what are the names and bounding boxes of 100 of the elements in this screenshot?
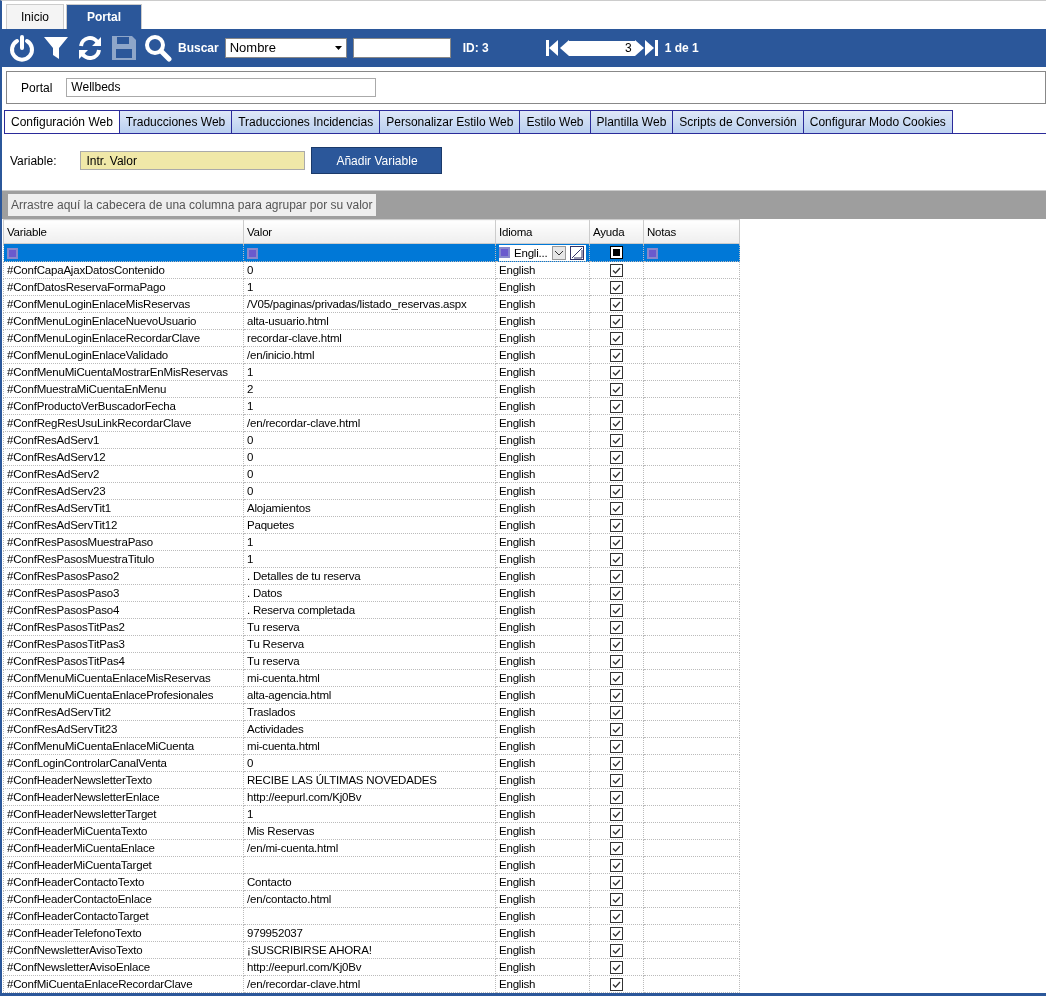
table-cell: English	[495, 618, 590, 636]
checkbox[interactable]	[610, 875, 623, 889]
checkbox[interactable]	[610, 586, 623, 600]
table-cell: #ConfHeaderContactoEnlace	[3, 890, 244, 908]
checkbox[interactable]	[610, 484, 623, 498]
filter-value: Engli...	[514, 245, 548, 261]
checkbox[interactable]	[610, 858, 623, 872]
checkbox[interactable]	[610, 977, 623, 991]
checkbox[interactable]	[610, 722, 623, 736]
table-cell: English	[495, 516, 590, 534]
checkbox[interactable]	[610, 314, 623, 328]
column-header[interactable]: Idioma	[495, 219, 590, 244]
tab[interactable]: Portal	[66, 4, 143, 29]
table-cell: #ConfHeaderNewsletterTarget	[3, 805, 244, 823]
checkbox[interactable]	[610, 756, 623, 770]
checkbox-icon[interactable]	[610, 246, 623, 260]
table-cell: http://eepurl.com/Kj0Bv	[243, 958, 496, 976]
search-field[interactable]	[352, 38, 451, 59]
checkbox[interactable]	[610, 926, 623, 940]
checkbox[interactable]	[610, 909, 623, 923]
checkbox[interactable]	[610, 263, 623, 277]
checkbox[interactable]	[610, 569, 623, 583]
table-cell: #ConfNewsletterAvisoTexto	[3, 941, 244, 959]
table-cell: 1	[243, 278, 496, 296]
checkbox[interactable]	[610, 552, 623, 566]
tab[interactable]: Configuración Web	[4, 110, 120, 134]
tab[interactable]: Estilo Web	[519, 110, 591, 134]
search-dropdown[interactable]: Nombre	[224, 38, 347, 59]
table-cell: #ConfHeaderNewsletterEnlace	[3, 788, 244, 806]
add-variable-button[interactable]: Añadir Variable	[311, 147, 443, 175]
variable-field[interactable]: Intr. Valor	[80, 151, 306, 171]
table-cell: English	[495, 907, 590, 925]
checkbox[interactable]	[610, 739, 623, 753]
checkbox[interactable]	[610, 535, 623, 549]
table-cell: #ConfMenuLoginEnlaceRecordarClave	[3, 329, 244, 347]
table-cell: English	[495, 465, 590, 483]
checkbox[interactable]	[610, 773, 623, 787]
checkbox[interactable]	[610, 807, 623, 821]
checkbox[interactable]	[610, 790, 623, 804]
table-cell: mi-cuenta.html	[243, 737, 496, 755]
tab[interactable]: Inicio	[6, 4, 64, 29]
table-cell: 0	[243, 465, 496, 483]
column-header[interactable]: Variable	[3, 219, 244, 244]
table-cell: 1	[243, 550, 496, 568]
checkbox[interactable]	[610, 688, 623, 702]
checkbox[interactable]	[610, 671, 623, 685]
column-header[interactable]: Notas	[643, 219, 740, 244]
refresh-icon[interactable]	[76, 34, 104, 63]
search-icon[interactable]	[144, 34, 172, 63]
checkbox[interactable]	[610, 518, 623, 532]
checkbox[interactable]	[610, 637, 623, 651]
checkbox[interactable]	[610, 280, 623, 294]
table-cell: #ConfMenuLoginEnlaceMisReservas	[3, 295, 244, 313]
table-cell: English	[495, 380, 590, 398]
checkbox[interactable]	[610, 943, 623, 957]
portal-field[interactable]: Wellbeds	[66, 78, 377, 98]
checkbox[interactable]	[610, 297, 623, 311]
checkbox[interactable]	[610, 705, 623, 719]
checkbox[interactable]	[610, 620, 623, 634]
checkbox[interactable]	[610, 654, 623, 668]
tab[interactable]: Configurar Modo Cookies	[802, 110, 953, 134]
checkbox[interactable]	[610, 382, 623, 396]
table-cell: English	[495, 856, 590, 874]
checkbox[interactable]	[610, 433, 623, 447]
table-cell: #ConfMenuMiCuentaEnlaceMiCuenta	[3, 737, 244, 755]
table-cell: 979952037	[243, 924, 496, 942]
tab[interactable]: Scripts de Conversión	[672, 110, 804, 134]
checkbox[interactable]	[610, 960, 623, 974]
checkbox[interactable]	[610, 467, 623, 481]
tab[interactable]: Personalizar Estilo Web	[379, 110, 521, 134]
table-cell: #ConfResAdServ1	[3, 431, 244, 449]
column-header[interactable]: Ayuda	[589, 219, 644, 244]
table-cell: #ConfHeaderMiCuentaTexto	[3, 822, 244, 840]
table-cell: English	[495, 295, 590, 313]
checkbox[interactable]	[610, 348, 623, 362]
checkbox[interactable]	[610, 892, 623, 906]
checkbox[interactable]	[610, 365, 623, 379]
checkbox[interactable]	[610, 450, 623, 464]
chevron-icon[interactable]	[551, 245, 566, 260]
checkbox[interactable]	[610, 824, 623, 838]
checkbox[interactable]	[610, 399, 623, 413]
checkbox[interactable]	[610, 841, 623, 855]
table-cell: #ConfMenuMiCuentaEnlaceMisReservas	[3, 669, 244, 687]
table-cell: English	[495, 414, 590, 432]
clear-filter-icon[interactable]	[569, 245, 584, 260]
checkbox[interactable]	[610, 501, 623, 515]
tab[interactable]: Traducciones Incidencias	[231, 110, 381, 134]
last-record-icon[interactable]	[644, 39, 659, 58]
table-cell: English	[495, 278, 590, 296]
column-header[interactable]: Valor	[243, 219, 496, 244]
power-icon[interactable]	[8, 34, 36, 63]
checkbox[interactable]	[610, 603, 623, 617]
table-cell: 0	[243, 482, 496, 500]
filter-icon[interactable]	[499, 247, 510, 259]
checkbox[interactable]	[610, 331, 623, 345]
table-cell: #ConfMenuMiCuentaMostrarEnMisReservas	[3, 363, 244, 381]
checkbox[interactable]	[610, 416, 623, 430]
tab[interactable]: Plantilla Web	[589, 110, 674, 134]
first-record-icon[interactable]	[544, 39, 559, 58]
tab[interactable]: Traducciones Web	[118, 110, 233, 134]
